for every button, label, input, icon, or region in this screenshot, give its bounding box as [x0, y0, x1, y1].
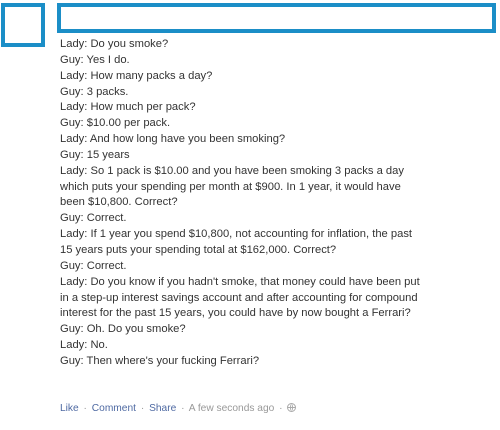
post-line: Guy: Correct.: [60, 212, 127, 225]
post-line: Guy: Correct.: [60, 259, 127, 272]
post-body: Lady: Do you smoke? Guy: Yes I do. Lady:…: [60, 37, 496, 370]
post-actions: Like · Comment · Share · A few seconds a…: [60, 402, 297, 415]
post-line: Guy: 15 years: [60, 148, 130, 161]
post-line: Guy: Yes I do.: [60, 53, 130, 66]
share-link[interactable]: Share: [149, 403, 176, 414]
separator: ·: [279, 403, 283, 414]
post-line: Guy: Oh. Do you smoke?: [60, 323, 186, 336]
post-line: Lady: So 1 pack is $10.00 and you have b…: [60, 164, 404, 177]
redacted-avatar: [1, 3, 45, 47]
separator: ·: [83, 403, 87, 414]
post-line: in a step-up interest savings account an…: [60, 291, 418, 304]
post-line: Lady: How much per pack?: [60, 101, 196, 114]
post-line: Lady: How many packs a day?: [60, 69, 213, 82]
post-line: Guy: 3 packs.: [60, 85, 129, 98]
separator: ·: [140, 403, 145, 414]
like-link[interactable]: Like: [60, 403, 79, 414]
post-line: Lady: Do you smoke?: [60, 38, 169, 50]
timestamp[interactable]: A few seconds ago: [189, 403, 275, 414]
post-line: Lady: Do you know if you hadn't smoke, t…: [60, 275, 420, 288]
post-line: Lady: If 1 year you spend $10,800, not a…: [60, 228, 413, 241]
post-line: Guy: Then where's your fucking Ferrari?: [60, 354, 260, 367]
post-line: Lady: And how long have you been smoking…: [60, 133, 286, 146]
post-line: 15 years puts your spending total at $16…: [60, 243, 337, 256]
post-line: interest for the past 15 years, you coul…: [60, 307, 411, 320]
post-line: Guy: $10.00 per pack.: [60, 117, 171, 130]
post-line: Lady: No.: [60, 339, 108, 352]
globe-icon[interactable]: [287, 403, 297, 412]
comment-link[interactable]: Comment: [92, 403, 136, 414]
redacted-author-name: [57, 3, 496, 33]
post-line: been $10,800. Correct?: [60, 196, 178, 209]
post-line: which puts your spending per month at $9…: [60, 180, 401, 193]
separator: ·: [181, 403, 185, 414]
